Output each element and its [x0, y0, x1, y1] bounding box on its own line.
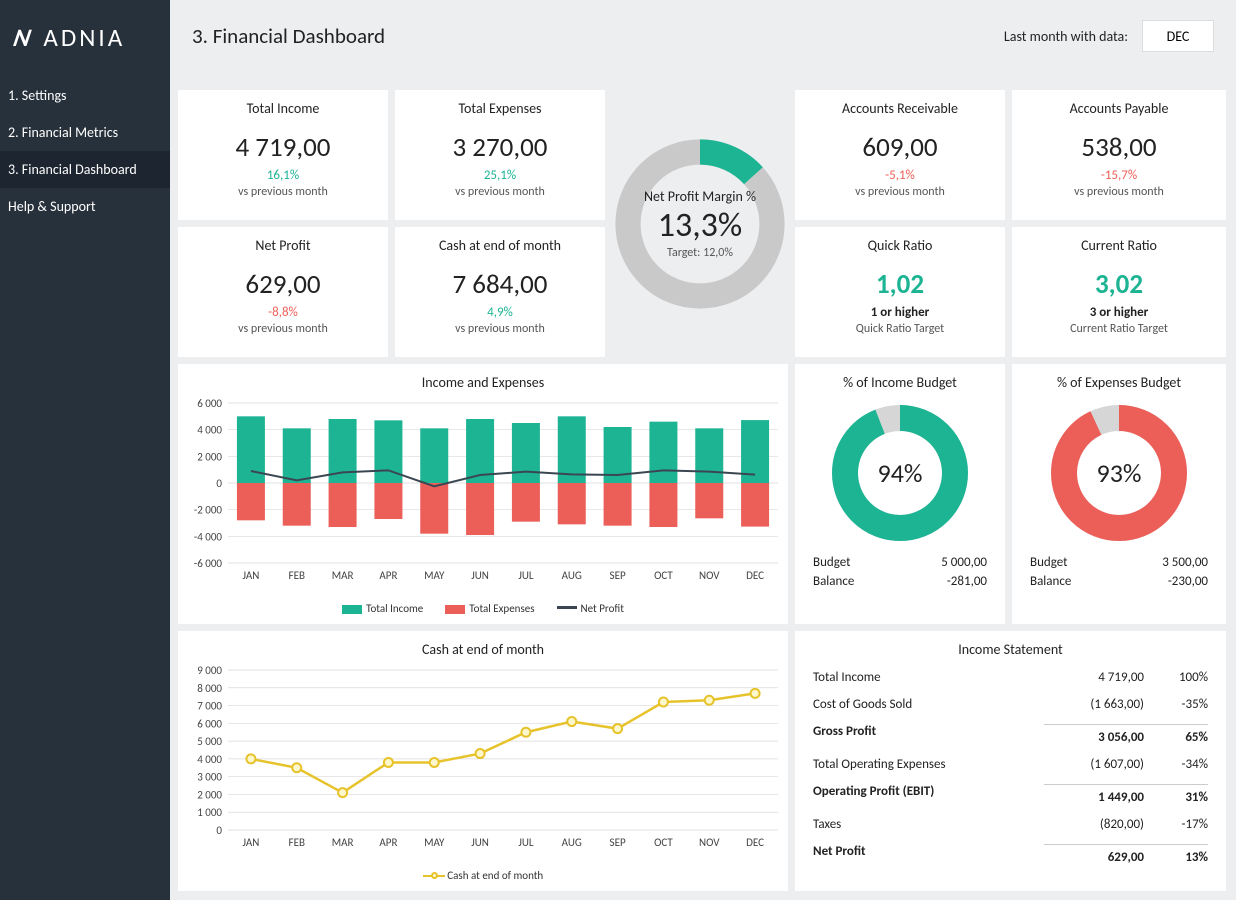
income-statement-row: Total Operating Expenses(1 607,00)-34% — [795, 751, 1226, 778]
svg-text:JAN: JAN — [243, 836, 260, 849]
svg-text:6 000: 6 000 — [197, 397, 222, 410]
svg-text:0: 0 — [216, 477, 222, 490]
income-statement-row: Gross Profit3 056,0065% — [795, 718, 1226, 751]
svg-text:MAR: MAR — [332, 836, 354, 849]
income-statement-row: Taxes(820,00)-17% — [795, 811, 1226, 838]
svg-text:2 000: 2 000 — [197, 788, 222, 801]
svg-text:6 000: 6 000 — [197, 717, 222, 730]
income-expenses-chart: Income and Expenses -6 000-4 000-2 00002… — [178, 364, 788, 624]
svg-text:7 000: 7 000 — [197, 700, 222, 713]
svg-text:MAY: MAY — [424, 836, 445, 849]
svg-text:-2 000: -2 000 — [194, 504, 223, 517]
svg-text:JUN: JUN — [471, 836, 489, 849]
svg-text:FEB: FEB — [289, 569, 305, 582]
svg-text:NOV: NOV — [699, 836, 720, 849]
svg-text:NOV: NOV — [699, 569, 720, 582]
nav-item-3[interactable]: Help & Support — [0, 188, 170, 225]
last-month-label: Last month with data: — [1004, 28, 1128, 45]
expenses-budget-card: % of Expenses Budget 93% Budget3 500,00 … — [1012, 364, 1226, 624]
svg-text:OCT: OCT — [654, 569, 673, 582]
income-statement-row: Net Profit629,0013% — [795, 838, 1226, 871]
svg-text:1 000: 1 000 — [197, 806, 222, 819]
svg-text:DEC: DEC — [746, 569, 764, 582]
svg-text:3 000: 3 000 — [197, 771, 222, 784]
svg-text:JUL: JUL — [518, 569, 534, 582]
income-statement-row: Operating Profit (EBIT)1 449,0031% — [795, 778, 1226, 811]
month-select[interactable]: DEC — [1142, 20, 1214, 52]
svg-text:AUG: AUG — [562, 836, 582, 849]
income-expenses-svg: -6 000 -4 000 -2 000 0 2 000 4 000 6 000 JAN FEB… — [178, 393, 788, 593]
svg-text:4 000: 4 000 — [197, 424, 222, 437]
svg-text:OCT: OCT — [654, 836, 673, 849]
brand-logo: N ADNIA — [0, 0, 170, 77]
net-profit-margin-donut: Net Profit Margin % 13,3% Target: 12,0% — [610, 90, 790, 357]
svg-text:SEP: SEP — [610, 569, 626, 582]
nav-list: 1. Settings2. Financial Metrics3. Financ… — [0, 77, 170, 225]
svg-text:2 000: 2 000 — [197, 450, 222, 463]
svg-text:4 000: 4 000 — [197, 753, 222, 766]
income-statement-card: Income Statement Total Income4 719,00100… — [795, 631, 1226, 891]
svg-text:MAY: MAY — [424, 569, 445, 582]
nav-item-2[interactable]: 3. Financial Dashboard — [0, 151, 170, 188]
cash-eom-svg: 0 1 000 2 000 3 000 4 000 5 000 6 000 7 000 8 00… — [178, 660, 788, 860]
svg-text:0: 0 — [216, 824, 222, 837]
svg-text:-6 000: -6 000 — [194, 557, 223, 570]
kpi-total-income: Total Income 4 719,00 16,1% vs previous … — [178, 90, 388, 220]
svg-text:DEC: DEC — [746, 836, 764, 849]
page-header: 3. Financial Dashboard Last month with d… — [170, 0, 1236, 72]
svg-text:-4 000: -4 000 — [194, 530, 223, 543]
svg-text:9 000: 9 000 — [197, 664, 222, 677]
svg-text:JUN: JUN — [471, 569, 489, 582]
kpi-net-profit: Net Profit 629,00 -8,8% vs previous mont… — [178, 227, 388, 357]
svg-text:APR: APR — [379, 569, 397, 582]
income-statement-row: Cost of Goods Sold(1 663,00)-35% — [795, 691, 1226, 718]
brand-name: ADNIA — [43, 22, 125, 53]
svg-text:5 000: 5 000 — [197, 735, 222, 748]
page-title: 3. Financial Dashboard — [192, 23, 385, 49]
logo-mark-icon: N — [11, 22, 37, 53]
svg-text:MAR: MAR — [332, 569, 354, 582]
kpi-cash-eom: Cash at end of month 7 684,00 4,9% vs pr… — [395, 227, 605, 357]
kpi-quick-ratio: Quick Ratio 1,02 1 or higher Quick Ratio… — [795, 227, 1005, 357]
cash-eom-chart: Cash at end of month 01 0002 0003 0004 0… — [178, 631, 788, 891]
kpi-accounts-receivable: Accounts Receivable 609,00 -5,1% vs prev… — [795, 90, 1005, 220]
sidebar: N ADNIA 1. Settings2. Financial Metrics3… — [0, 0, 170, 900]
income-budget-card: % of Income Budget 94% Budget5 000,00 Ba… — [795, 364, 1005, 624]
kpi-current-ratio: Current Ratio 3,02 3 or higher Current R… — [1012, 227, 1226, 357]
svg-text:8 000: 8 000 — [197, 682, 222, 695]
svg-text:AUG: AUG — [562, 569, 582, 582]
svg-text:FEB: FEB — [289, 836, 305, 849]
kpi-accounts-payable: Accounts Payable 538,00 -15,7% vs previo… — [1012, 90, 1226, 220]
svg-text:SEP: SEP — [610, 836, 626, 849]
nav-item-1[interactable]: 2. Financial Metrics — [0, 114, 170, 151]
kpi-total-expenses: Total Expenses 3 270,00 25,1% vs previou… — [395, 90, 605, 220]
main-area: 3. Financial Dashboard Last month with d… — [170, 0, 1236, 900]
svg-text:JAN: JAN — [243, 569, 260, 582]
svg-text:APR: APR — [379, 836, 397, 849]
income-statement-row: Total Income4 719,00100% — [795, 664, 1226, 691]
nav-item-0[interactable]: 1. Settings — [0, 77, 170, 114]
svg-text:JUL: JUL — [518, 836, 534, 849]
